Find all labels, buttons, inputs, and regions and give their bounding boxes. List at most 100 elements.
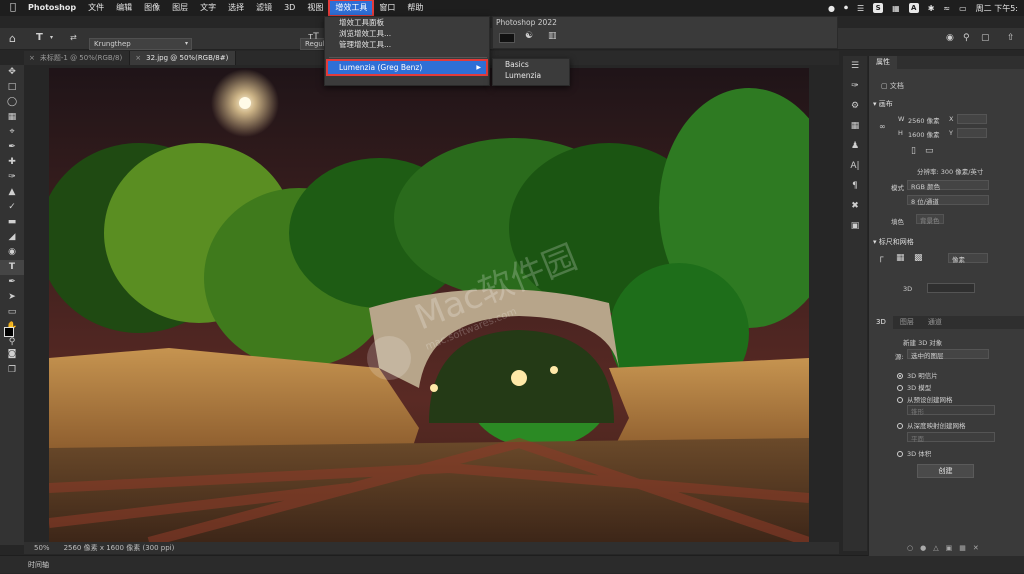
menu-app-photoshop[interactable]: Photoshop (22, 0, 82, 16)
type-tool-icon[interactable]: T (36, 32, 43, 43)
preset-select[interactable]: 锥形 (907, 405, 995, 416)
history-icon[interactable]: ☰ (843, 56, 867, 76)
tab-3d[interactable]: 3D (869, 316, 893, 329)
menu-image[interactable]: 图像 (138, 0, 166, 16)
character-icon[interactable]: A| (843, 156, 867, 176)
landscape-icon[interactable]: ▭ (925, 146, 934, 156)
workspace-icon[interactable]: ▢ (981, 33, 990, 43)
chevron-down-icon[interactable]: ▾ (50, 34, 53, 41)
fill-select[interactable]: 背景色 (916, 214, 944, 225)
menu-type[interactable]: 文字 (194, 0, 222, 16)
menubar-clock[interactable]: 周二 下午5: (976, 3, 1018, 14)
menu-layer[interactable]: 图层 (166, 0, 194, 16)
folder-icon[interactable]: ▥ (548, 31, 557, 41)
move-tool-icon[interactable]: ✥ (0, 65, 24, 80)
crop-tool-icon[interactable]: ⌖ (0, 125, 24, 140)
menu-view[interactable]: 视图 (301, 0, 329, 16)
x-field[interactable] (957, 114, 987, 124)
foreground-color-swatch[interactable] (4, 327, 14, 337)
font-size-icon[interactable]: ᴛT (308, 32, 319, 42)
document-photo[interactable]: Mac软件园 mac.softwares.com (49, 68, 809, 542)
timeline-label[interactable]: 时间轴 (28, 561, 49, 569)
grid-icon[interactable]: ▦ (892, 4, 900, 13)
libraries-icon[interactable]: ▦ (843, 116, 867, 136)
option-depth-map[interactable]: 从深度映射创建网格 (897, 420, 966, 430)
option-postcard[interactable]: 3D 明信片 (897, 370, 938, 380)
grid-icon[interactable]: ▦ (896, 253, 905, 263)
submenu-item-basics[interactable]: Basics (493, 59, 569, 70)
quick-mask-icon[interactable]: ◙ (0, 347, 24, 362)
menu-3d[interactable]: 3D (278, 0, 301, 16)
menu-edit[interactable]: 编辑 (110, 0, 138, 16)
search-icon[interactable]: ⚲ (963, 33, 970, 43)
bars-icon[interactable]: ☰ (857, 4, 864, 13)
depth-select[interactable]: 8 位/通道 (907, 195, 989, 206)
mode-select[interactable]: RGB 颜色 (907, 180, 989, 191)
screen-mode-icon[interactable]: ❐ (0, 363, 24, 378)
tab-untitled[interactable]: × 未标题-1 @ 50%(RGB/8) (24, 51, 131, 65)
w-value[interactable]: 2560 像素 (908, 115, 940, 125)
menu-select[interactable]: 选择 (222, 0, 250, 16)
shape-tool-icon[interactable]: ▭ (0, 305, 24, 320)
menu-help[interactable]: 帮助 (401, 0, 429, 16)
lasso-tool-icon[interactable]: ◯ (0, 95, 24, 110)
menu-item-plugins-panel[interactable]: 增效工具面板 (325, 17, 489, 28)
option-model[interactable]: 3D 模型 (897, 382, 931, 392)
close-icon[interactable]: × (29, 54, 35, 62)
brush-settings-icon[interactable]: ✑ (843, 76, 867, 96)
option-preset-mesh[interactable]: 从预设创建网格 (897, 394, 953, 404)
adjustments-icon[interactable]: ⚙ (843, 96, 867, 116)
pixel-grid-icon[interactable]: ▩ (914, 253, 923, 263)
share-icon[interactable]: ◉ (946, 33, 954, 43)
people-icon[interactable]: ♟ (843, 136, 867, 156)
menu-plugins[interactable]: 增效工具 (328, 0, 375, 17)
pen-tool-icon[interactable]: ✒ (0, 275, 24, 290)
type-tool-icon[interactable]: T (0, 260, 24, 275)
submenu-item-lumenzia[interactable]: Lumenzia (493, 70, 569, 81)
tab-32jpg[interactable]: × 32.jpg @ 50%(RGB/8#) (130, 51, 237, 65)
s-app-icon[interactable]: S (873, 3, 884, 13)
input-source-icon[interactable]: A (908, 3, 919, 13)
dodge-tool-icon[interactable]: ◉ (0, 245, 24, 260)
3d-select[interactable] (927, 283, 975, 293)
font-family-select[interactable]: Krungthep ▾ (89, 37, 192, 50)
stamp-tool-icon[interactable]: ▲ (0, 185, 24, 200)
healing-tool-icon[interactable]: ✚ (0, 155, 24, 170)
document-info[interactable]: 2560 像素 x 1600 像素 (300 ppi) (64, 542, 175, 554)
tab-properties[interactable]: 属性 (869, 56, 897, 69)
path-select-icon[interactable]: ➤ (0, 290, 24, 305)
link-icon[interactable]: ∞ (879, 122, 886, 131)
h-value[interactable]: 1600 像素 (908, 129, 940, 139)
canvas-area[interactable]: Mac软件园 mac.softwares.com (24, 65, 839, 542)
creative-cloud-icon[interactable]: ● (828, 4, 835, 13)
recording-icon[interactable]: ⏺ (844, 3, 848, 13)
portrait-icon[interactable]: ▯ (911, 146, 916, 156)
eyedropper-tool-icon[interactable]: ✒ (0, 140, 24, 155)
menu-filter[interactable]: 滤镜 (250, 0, 278, 16)
zoom-level[interactable]: 50% (34, 542, 50, 554)
figure-icon[interactable]: ☯ (525, 31, 533, 41)
y-field[interactable] (957, 128, 987, 138)
wifi-icon[interactable]: ≈ (943, 4, 950, 13)
tab-layers[interactable]: 图层 (893, 316, 921, 329)
menu-item-manage-plugins[interactable]: 管理增效工具... (325, 39, 489, 50)
panel-footer-icons[interactable]: ○●△▣▦✕ (907, 544, 986, 552)
home-icon[interactable]: ⌂ (9, 32, 16, 45)
select-subject-icon[interactable]: ▦ (0, 110, 24, 125)
tools-icon[interactable]: ✖ (843, 196, 867, 216)
eraser-tool-icon[interactable]: ▬ (0, 215, 24, 230)
option-volume[interactable]: 3D 体积 (897, 448, 931, 458)
brush-tool-icon[interactable]: ✑ (0, 170, 24, 185)
airplay-icon[interactable]: ▭ (959, 4, 967, 13)
menu-item-browse-plugins[interactable]: 浏览增效工具... (325, 28, 489, 39)
frame-icon[interactable]: ▣ (843, 216, 867, 236)
marquee-tool-icon[interactable]: □ (0, 80, 24, 95)
ruler-icon[interactable]: ┌ (878, 253, 883, 263)
menu-file[interactable]: 文件 (82, 0, 110, 16)
export-icon[interactable]: ⇧ (1007, 33, 1015, 43)
tab-channels[interactable]: 通道 (921, 316, 949, 329)
menu-window[interactable]: 窗口 (373, 0, 401, 16)
close-icon[interactable]: × (135, 54, 141, 62)
gradient-tool-icon[interactable]: ◢ (0, 230, 24, 245)
menu-item-lumenzia[interactable]: Lumenzia (Greg Benz) ▶ (326, 59, 488, 76)
